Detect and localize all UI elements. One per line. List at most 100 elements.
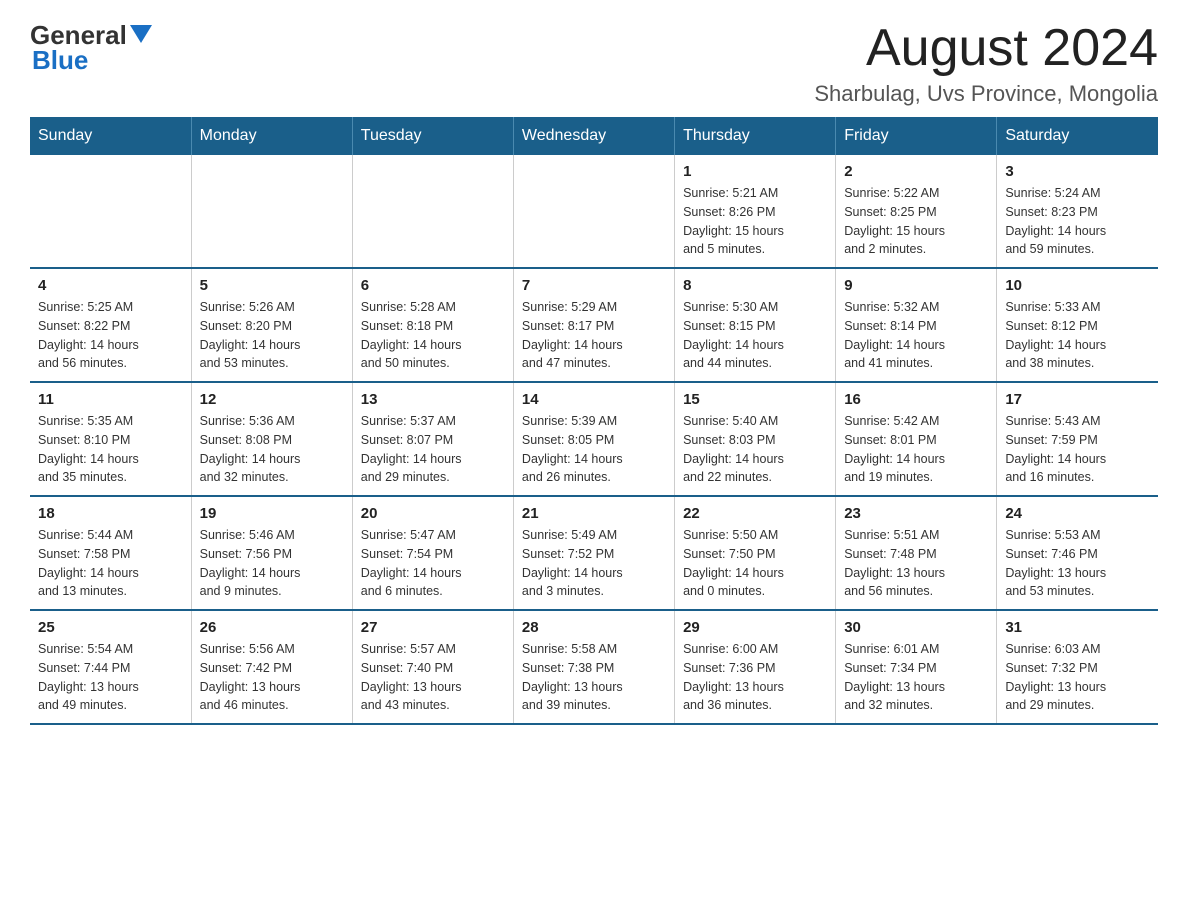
day-info: Sunrise: 5:42 AM Sunset: 8:01 PM Dayligh… (844, 412, 988, 487)
day-info: Sunrise: 5:39 AM Sunset: 8:05 PM Dayligh… (522, 412, 666, 487)
day-info: Sunrise: 5:57 AM Sunset: 7:40 PM Dayligh… (361, 640, 505, 715)
day-info: Sunrise: 5:46 AM Sunset: 7:56 PM Dayligh… (200, 526, 344, 601)
day-number: 13 (361, 391, 505, 408)
day-number: 4 (38, 277, 183, 294)
calendar-cell: 19 Sunrise: 5:46 AM Sunset: 7:56 PM Dayli… (191, 496, 352, 610)
day-number: 23 (844, 505, 988, 522)
calendar-cell: 2 Sunrise: 5:22 AM Sunset: 8:25 PM Daylig… (836, 155, 997, 268)
calendar-cell (30, 155, 191, 268)
day-info: Sunrise: 5:22 AM Sunset: 8:25 PM Dayligh… (844, 184, 988, 259)
calendar-cell: 18 Sunrise: 5:44 AM Sunset: 7:58 PM Dayli… (30, 496, 191, 610)
weekday-header-wednesday: Wednesday (513, 117, 674, 155)
weekday-header-saturday: Saturday (997, 117, 1158, 155)
day-number: 9 (844, 277, 988, 294)
calendar-cell: 16 Sunrise: 5:42 AM Sunset: 8:01 PM Dayli… (836, 382, 997, 496)
day-number: 17 (1005, 391, 1150, 408)
day-number: 14 (522, 391, 666, 408)
calendar-header: SundayMondayTuesdayWednesdayThursdayFrid… (30, 117, 1158, 155)
page-header: General Blue August 2024 Sharbulag, Uvs … (30, 20, 1158, 107)
day-info: Sunrise: 5:51 AM Sunset: 7:48 PM Dayligh… (844, 526, 988, 601)
day-number: 28 (522, 619, 666, 636)
calendar-cell: 22 Sunrise: 5:50 AM Sunset: 7:50 PM Dayli… (675, 496, 836, 610)
calendar-cell: 23 Sunrise: 5:51 AM Sunset: 7:48 PM Dayli… (836, 496, 997, 610)
calendar-cell: 17 Sunrise: 5:43 AM Sunset: 7:59 PM Dayli… (997, 382, 1158, 496)
day-number: 22 (683, 505, 827, 522)
day-number: 12 (200, 391, 344, 408)
day-info: Sunrise: 6:03 AM Sunset: 7:32 PM Dayligh… (1005, 640, 1150, 715)
day-info: Sunrise: 5:40 AM Sunset: 8:03 PM Dayligh… (683, 412, 827, 487)
calendar-cell (513, 155, 674, 268)
day-info: Sunrise: 5:58 AM Sunset: 7:38 PM Dayligh… (522, 640, 666, 715)
weekday-header-monday: Monday (191, 117, 352, 155)
day-info: Sunrise: 5:54 AM Sunset: 7:44 PM Dayligh… (38, 640, 183, 715)
day-info: Sunrise: 5:36 AM Sunset: 8:08 PM Dayligh… (200, 412, 344, 487)
calendar-cell: 3 Sunrise: 5:24 AM Sunset: 8:23 PM Daylig… (997, 155, 1158, 268)
day-info: Sunrise: 5:26 AM Sunset: 8:20 PM Dayligh… (200, 298, 344, 373)
logo: General Blue (30, 20, 152, 76)
calendar-table: SundayMondayTuesdayWednesdayThursdayFrid… (30, 117, 1158, 725)
weekday-header-thursday: Thursday (675, 117, 836, 155)
day-number: 31 (1005, 619, 1150, 636)
day-number: 6 (361, 277, 505, 294)
calendar-body: 1 Sunrise: 5:21 AM Sunset: 8:26 PM Daylig… (30, 155, 1158, 724)
calendar-cell: 25Sunrise: 5:54 AM Sunset: 7:44 PM Dayli… (30, 610, 191, 724)
weekday-header-sunday: Sunday (30, 117, 191, 155)
day-number: 1 (683, 163, 827, 180)
day-number: 5 (200, 277, 344, 294)
day-info: Sunrise: 5:43 AM Sunset: 7:59 PM Dayligh… (1005, 412, 1150, 487)
day-info: Sunrise: 5:35 AM Sunset: 8:10 PM Dayligh… (38, 412, 183, 487)
calendar-cell: 24Sunrise: 5:53 AM Sunset: 7:46 PM Dayli… (997, 496, 1158, 610)
day-info: Sunrise: 5:44 AM Sunset: 7:58 PM Dayligh… (38, 526, 183, 601)
day-number: 30 (844, 619, 988, 636)
day-number: 18 (38, 505, 183, 522)
day-info: Sunrise: 5:50 AM Sunset: 7:50 PM Dayligh… (683, 526, 827, 601)
day-info: Sunrise: 5:28 AM Sunset: 8:18 PM Dayligh… (361, 298, 505, 373)
weekday-header-friday: Friday (836, 117, 997, 155)
logo-triangle-icon (130, 25, 152, 43)
title-section: August 2024 Sharbulag, Uvs Province, Mon… (814, 20, 1158, 107)
day-info: Sunrise: 5:56 AM Sunset: 7:42 PM Dayligh… (200, 640, 344, 715)
calendar-cell: 10Sunrise: 5:33 AM Sunset: 8:12 PM Dayli… (997, 268, 1158, 382)
calendar-cell: 6 Sunrise: 5:28 AM Sunset: 8:18 PM Daylig… (352, 268, 513, 382)
calendar-cell: 9 Sunrise: 5:32 AM Sunset: 8:14 PM Daylig… (836, 268, 997, 382)
day-info: Sunrise: 5:53 AM Sunset: 7:46 PM Dayligh… (1005, 526, 1150, 601)
calendar-cell: 1 Sunrise: 5:21 AM Sunset: 8:26 PM Daylig… (675, 155, 836, 268)
calendar-cell: 29 Sunrise: 6:00 AM Sunset: 7:36 PM Dayli… (675, 610, 836, 724)
main-title: August 2024 (814, 20, 1158, 77)
location-subtitle: Sharbulag, Uvs Province, Mongolia (814, 81, 1158, 107)
day-number: 16 (844, 391, 988, 408)
calendar-cell (191, 155, 352, 268)
day-number: 8 (683, 277, 827, 294)
day-info: Sunrise: 5:32 AM Sunset: 8:14 PM Dayligh… (844, 298, 988, 373)
weekday-header-tuesday: Tuesday (352, 117, 513, 155)
calendar-cell: 28 Sunrise: 5:58 AM Sunset: 7:38 PM Dayli… (513, 610, 674, 724)
calendar-week-5: 25Sunrise: 5:54 AM Sunset: 7:44 PM Dayli… (30, 610, 1158, 724)
calendar-cell: 4 Sunrise: 5:25 AM Sunset: 8:22 PM Daylig… (30, 268, 191, 382)
day-number: 2 (844, 163, 988, 180)
calendar-cell: 21Sunrise: 5:49 AM Sunset: 7:52 PM Dayli… (513, 496, 674, 610)
day-info: Sunrise: 5:25 AM Sunset: 8:22 PM Dayligh… (38, 298, 183, 373)
calendar-cell: 27Sunrise: 5:57 AM Sunset: 7:40 PM Dayli… (352, 610, 513, 724)
day-info: Sunrise: 5:24 AM Sunset: 8:23 PM Dayligh… (1005, 184, 1150, 259)
calendar-week-3: 11 Sunrise: 5:35 AM Sunset: 8:10 PM Dayli… (30, 382, 1158, 496)
calendar-cell: 31 Sunrise: 6:03 AM Sunset: 7:32 PM Dayli… (997, 610, 1158, 724)
calendar-week-1: 1 Sunrise: 5:21 AM Sunset: 8:26 PM Daylig… (30, 155, 1158, 268)
calendar-cell: 20Sunrise: 5:47 AM Sunset: 7:54 PM Dayli… (352, 496, 513, 610)
day-info: Sunrise: 6:01 AM Sunset: 7:34 PM Dayligh… (844, 640, 988, 715)
day-info: Sunrise: 5:30 AM Sunset: 8:15 PM Dayligh… (683, 298, 827, 373)
day-number: 7 (522, 277, 666, 294)
day-number: 29 (683, 619, 827, 636)
day-info: Sunrise: 6:00 AM Sunset: 7:36 PM Dayligh… (683, 640, 827, 715)
day-number: 26 (200, 619, 344, 636)
calendar-cell: 12 Sunrise: 5:36 AM Sunset: 8:08 PM Dayli… (191, 382, 352, 496)
day-number: 11 (38, 391, 183, 408)
calendar-cell: 14 Sunrise: 5:39 AM Sunset: 8:05 PM Dayli… (513, 382, 674, 496)
day-info: Sunrise: 5:29 AM Sunset: 8:17 PM Dayligh… (522, 298, 666, 373)
day-number: 3 (1005, 163, 1150, 180)
day-number: 19 (200, 505, 344, 522)
calendar-cell: 30 Sunrise: 6:01 AM Sunset: 7:34 PM Dayli… (836, 610, 997, 724)
calendar-cell: 5 Sunrise: 5:26 AM Sunset: 8:20 PM Daylig… (191, 268, 352, 382)
calendar-cell: 8 Sunrise: 5:30 AM Sunset: 8:15 PM Daylig… (675, 268, 836, 382)
day-info: Sunrise: 5:21 AM Sunset: 8:26 PM Dayligh… (683, 184, 827, 259)
calendar-cell: 13Sunrise: 5:37 AM Sunset: 8:07 PM Dayli… (352, 382, 513, 496)
